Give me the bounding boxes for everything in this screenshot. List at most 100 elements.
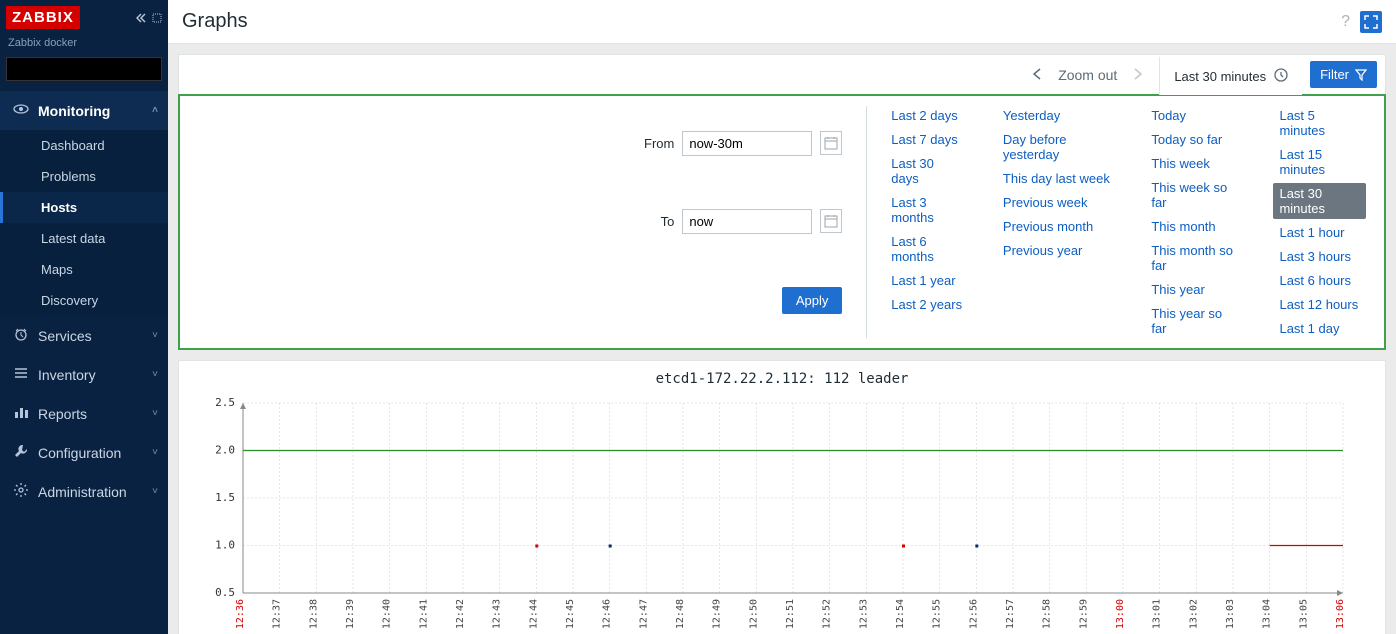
help-icon[interactable]: ? xyxy=(1341,13,1350,31)
gear-icon xyxy=(10,482,32,501)
time-nav: Zoom out Last 30 minutes Filter xyxy=(178,54,1386,95)
filter-button[interactable]: Filter xyxy=(1310,61,1377,88)
svg-text:12:38: 12:38 xyxy=(308,599,319,629)
preset-last-2-years[interactable]: Last 2 years xyxy=(891,297,963,312)
preset-last-30-minutes[interactable]: Last 30 minutes xyxy=(1273,183,1366,219)
svg-text:1.5: 1.5 xyxy=(215,491,235,504)
svg-text:13:05: 13:05 xyxy=(1298,599,1309,629)
from-input[interactable] xyxy=(682,131,812,156)
collapse-sidebar-icon[interactable] xyxy=(136,12,162,24)
svg-text:12:54: 12:54 xyxy=(895,599,906,629)
fullscreen-icon[interactable] xyxy=(1360,11,1382,33)
sidebar: ZABBIX Zabbix docker Monitoring˄Dashboar… xyxy=(0,0,168,634)
topbar: Graphs ? xyxy=(168,0,1396,44)
svg-text:12:41: 12:41 xyxy=(418,599,429,629)
chevron-down-icon: ˅ xyxy=(152,369,158,380)
chevron-down-icon: ˅ xyxy=(152,447,158,458)
preset-last-3-hours[interactable]: Last 3 hours xyxy=(1279,249,1360,264)
preset-today-so-far[interactable]: Today so far xyxy=(1151,132,1239,147)
preset-this-year-so-far[interactable]: This year so far xyxy=(1151,306,1239,336)
calendar-icon[interactable] xyxy=(820,209,842,233)
to-label: To xyxy=(644,214,674,229)
svg-text:12:50: 12:50 xyxy=(748,599,759,629)
time-prev-icon[interactable] xyxy=(1032,67,1042,83)
preset-last-1-day[interactable]: Last 1 day xyxy=(1279,321,1360,336)
preset-this-month-so-far[interactable]: This month so far xyxy=(1151,243,1239,273)
svg-text:13:02: 13:02 xyxy=(1188,599,1199,629)
preset-this-day-last-week[interactable]: This day last week xyxy=(1003,171,1111,186)
svg-text:10-24 13:06: 10-24 13:06 xyxy=(1335,599,1346,634)
clock-icon xyxy=(10,326,32,345)
filter-panel: From To Apply Last 2 daysLast 7 daysLa xyxy=(178,95,1386,350)
chevron-down-icon: ˅ xyxy=(152,408,158,419)
svg-text:12:51: 12:51 xyxy=(785,599,796,629)
svg-text:12:59: 12:59 xyxy=(1078,599,1089,629)
time-range-tab[interactable]: Last 30 minutes xyxy=(1159,56,1302,95)
nav-item-dashboard[interactable]: Dashboard xyxy=(0,130,168,161)
chevron-up-icon: ˄ xyxy=(152,105,158,116)
chevron-down-icon: ˅ xyxy=(152,330,158,341)
svg-text:12:47: 12:47 xyxy=(638,599,649,629)
nav-monitoring[interactable]: Monitoring˄ xyxy=(0,91,168,130)
svg-text:13:00: 13:00 xyxy=(1115,599,1126,629)
preset-day-before-yesterday[interactable]: Day before yesterday xyxy=(1003,132,1111,162)
eye-icon xyxy=(10,101,32,120)
nav-item-discovery[interactable]: Discovery xyxy=(0,285,168,316)
preset-last-6-months[interactable]: Last 6 months xyxy=(891,234,963,264)
svg-text:10-24 12:36: 10-24 12:36 xyxy=(235,599,246,634)
nav-administration[interactable]: Administration˅ xyxy=(0,472,168,511)
preset-yesterday[interactable]: Yesterday xyxy=(1003,108,1111,123)
preset-last-5-minutes[interactable]: Last 5 minutes xyxy=(1279,108,1360,138)
svg-text:12:49: 12:49 xyxy=(712,599,723,629)
svg-text:12:37: 12:37 xyxy=(272,599,283,629)
svg-text:12:52: 12:52 xyxy=(822,599,833,629)
preset-this-month[interactable]: This month xyxy=(1151,219,1239,234)
to-input[interactable] xyxy=(682,209,812,234)
svg-text:12:53: 12:53 xyxy=(858,599,869,629)
bar-icon xyxy=(10,404,32,423)
svg-text:1.0: 1.0 xyxy=(215,539,235,552)
preset-last-3-months[interactable]: Last 3 months xyxy=(891,195,963,225)
preset-previous-year[interactable]: Previous year xyxy=(1003,243,1111,258)
preset-last-12-hours[interactable]: Last 12 hours xyxy=(1279,297,1360,312)
preset-last-30-days[interactable]: Last 30 days xyxy=(891,156,963,186)
nav-item-hosts[interactable]: Hosts xyxy=(0,192,168,223)
nav-item-problems[interactable]: Problems xyxy=(0,161,168,192)
svg-text:12:56: 12:56 xyxy=(968,599,979,629)
chevron-down-icon: ˅ xyxy=(152,486,158,497)
apply-button[interactable]: Apply xyxy=(782,287,843,314)
clock-icon xyxy=(1274,68,1288,85)
svg-text:13:04: 13:04 xyxy=(1262,599,1273,629)
calendar-icon[interactable] xyxy=(820,131,842,155)
preset-today[interactable]: Today xyxy=(1151,108,1239,123)
svg-text:12:39: 12:39 xyxy=(345,599,356,629)
nav-services[interactable]: Services˅ xyxy=(0,316,168,355)
preset-this-week-so-far[interactable]: This week so far xyxy=(1151,180,1239,210)
nav-configuration[interactable]: Configuration˅ xyxy=(0,433,168,472)
preset-this-year[interactable]: This year xyxy=(1151,282,1239,297)
preset-last-2-days[interactable]: Last 2 days xyxy=(891,108,963,123)
preset-previous-week[interactable]: Previous week xyxy=(1003,195,1111,210)
svg-text:12:40: 12:40 xyxy=(382,599,393,629)
time-next-icon xyxy=(1133,67,1143,83)
preset-previous-month[interactable]: Previous month xyxy=(1003,219,1111,234)
search-input[interactable] xyxy=(6,57,162,81)
chart-plot: 0.51.01.52.02.510-24 12:3612:3712:3812:3… xyxy=(193,393,1353,634)
svg-text:2.5: 2.5 xyxy=(215,396,235,409)
svg-text:12:45: 12:45 xyxy=(565,599,576,629)
preset-last-1-hour[interactable]: Last 1 hour xyxy=(1279,225,1360,240)
nav-inventory[interactable]: Inventory˅ xyxy=(0,355,168,394)
svg-text:12:42: 12:42 xyxy=(455,599,466,629)
nav-reports[interactable]: Reports˅ xyxy=(0,394,168,433)
preset-last-7-days[interactable]: Last 7 days xyxy=(891,132,963,147)
preset-last-1-year[interactable]: Last 1 year xyxy=(891,273,963,288)
preset-this-week[interactable]: This week xyxy=(1151,156,1239,171)
zoom-out-button[interactable]: Zoom out xyxy=(1058,67,1117,83)
svg-text:12:58: 12:58 xyxy=(1042,599,1053,629)
preset-last-15-minutes[interactable]: Last 15 minutes xyxy=(1279,147,1360,177)
nav-item-maps[interactable]: Maps xyxy=(0,254,168,285)
svg-text:0.5: 0.5 xyxy=(215,586,235,599)
nav-item-latest-data[interactable]: Latest data xyxy=(0,223,168,254)
preset-last-6-hours[interactable]: Last 6 hours xyxy=(1279,273,1360,288)
svg-text:12:46: 12:46 xyxy=(602,599,613,629)
